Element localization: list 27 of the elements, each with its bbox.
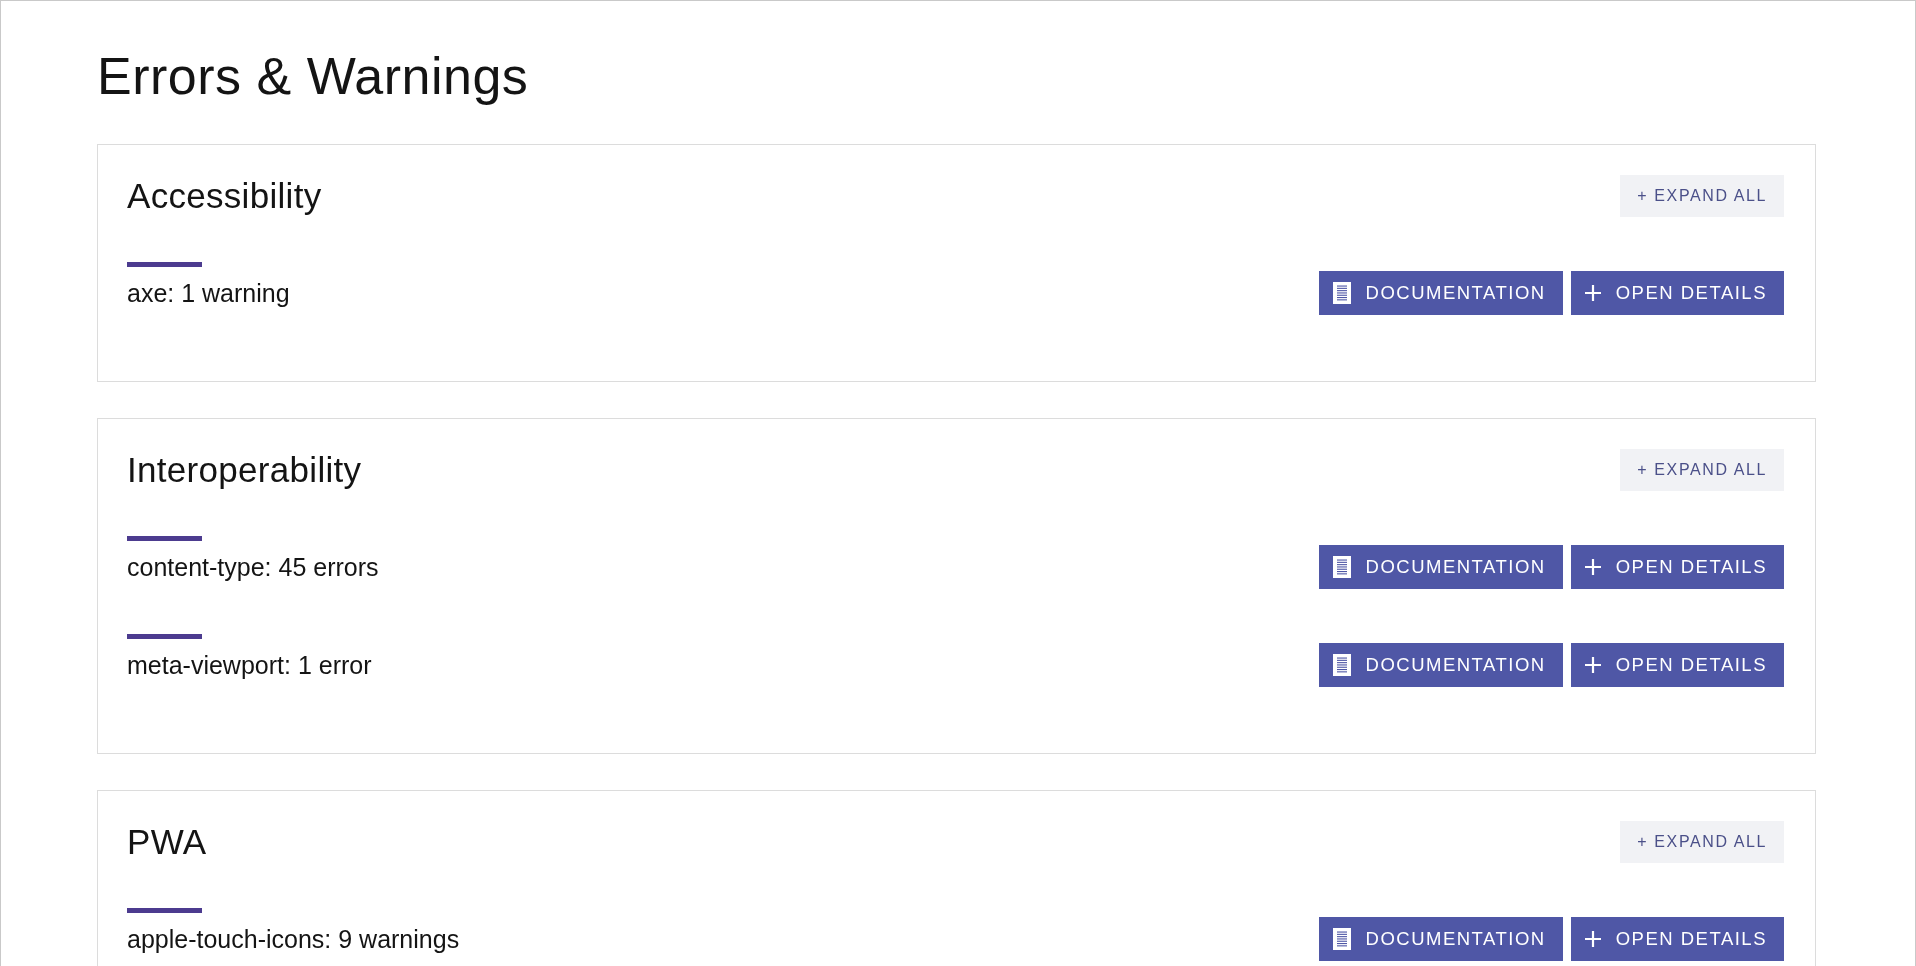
open-details-button[interactable]: OPEN DETAILS	[1570, 271, 1784, 315]
documentation-button[interactable]: DOCUMENTATION	[1318, 917, 1563, 961]
plus-icon	[1584, 657, 1601, 673]
document-icon	[1332, 928, 1351, 950]
document-icon	[1332, 654, 1351, 676]
documentation-button[interactable]: DOCUMENTATION	[1318, 643, 1563, 687]
plus-icon	[1584, 559, 1601, 575]
open-details-button[interactable]: OPEN DETAILS	[1570, 643, 1784, 687]
section-title: Interoperability	[127, 449, 362, 491]
expand-all-button[interactable]: + EXPAND ALL	[1620, 175, 1784, 217]
section-title: PWA	[127, 821, 207, 863]
documentation-button[interactable]: DOCUMENTATION	[1318, 545, 1563, 589]
check-result-label: apple-touch-icons: 9 warnings	[127, 924, 460, 955]
check-result-label: axe: 1 warning	[127, 278, 290, 309]
check-result-label: content-type: 45 errors	[127, 552, 379, 583]
section-title: Accessibility	[127, 175, 322, 217]
open-details-button[interactable]: OPEN DETAILS	[1570, 917, 1784, 961]
open-details-button[interactable]: OPEN DETAILS	[1570, 545, 1784, 589]
check-result-label: meta-viewport: 1 error	[127, 650, 372, 681]
plus-icon	[1584, 285, 1601, 301]
expand-all-button[interactable]: + EXPAND ALL	[1620, 821, 1784, 863]
expand-all-button[interactable]: + EXPAND ALL	[1620, 449, 1784, 491]
plus-icon	[1584, 931, 1601, 947]
page-title: Errors & Warnings	[97, 46, 530, 107]
document-icon	[1332, 282, 1351, 304]
document-icon	[1332, 556, 1351, 578]
documentation-button[interactable]: DOCUMENTATION	[1318, 271, 1563, 315]
